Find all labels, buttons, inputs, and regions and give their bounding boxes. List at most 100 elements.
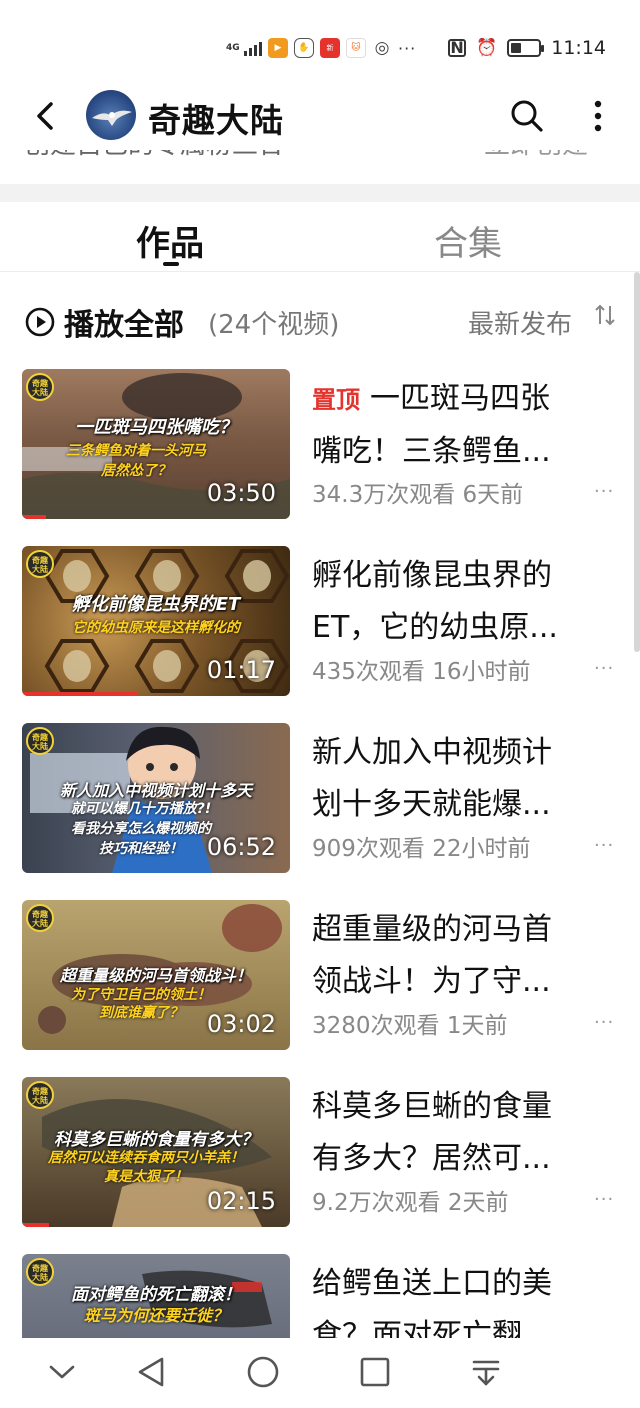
video-thumbnail[interactable]: 奇趣 大陆 科莫多巨蜥的食量有多大？ 居然可以连续吞食两只小羊羔！ 真是太狠了！ … — [22, 1077, 290, 1227]
video-title-line1: 孵化前像昆虫界的 — [312, 558, 552, 593]
play-app-icon: ▶ — [268, 38, 288, 58]
video-item[interactable]: 奇趣 大陆 科莫多巨蜥的食量有多大？ 居然可以连续吞食两只小羊羔！ 真是太狠了！ … — [0, 1077, 640, 1227]
nav-recents-button[interactable] — [357, 1354, 393, 1390]
video-duration: 03:50 — [206, 479, 276, 507]
channel-logo-icon: 奇趣 大陆 — [26, 373, 54, 401]
cat-app-icon: 🐱 — [346, 38, 366, 58]
network-type: 4G — [226, 42, 240, 53]
video-title[interactable]: 新人加入中视频计 划十多天就能爆... — [312, 727, 602, 831]
video-thumbnail[interactable]: 奇趣 大陆 面对鳄鱼的死亡翻滚！ 斑马为何还要迁徙？ — [22, 1254, 290, 1338]
video-meta: 34.3万次观看 6天前 — [312, 482, 524, 508]
menu-down-icon — [472, 1360, 500, 1386]
video-title-line2: ET，它的幼虫原... — [312, 610, 558, 645]
hand-icon: ✋ — [294, 38, 314, 58]
play-circle-icon — [25, 307, 55, 337]
battery-icon — [507, 39, 545, 57]
sort-arrows-icon — [595, 304, 615, 326]
video-title-line1: 科莫多巨蜥的食量 — [312, 1089, 552, 1124]
video-more-button[interactable]: ··· — [594, 1189, 614, 1210]
thumbnail-caption: 孵化前像昆虫界的ET — [71, 594, 241, 615]
tab-works[interactable]: 作品 — [136, 216, 204, 265]
play-all-label[interactable]: 播放全部 — [64, 300, 184, 344]
status-right: N ⏰ 11:14 — [448, 36, 606, 60]
video-more-button[interactable]: ··· — [594, 1012, 614, 1033]
clock: 11:14 — [551, 37, 606, 59]
watch-progress — [22, 515, 47, 519]
avatar[interactable] — [86, 90, 136, 140]
channel-name[interactable]: 奇趣大陆 — [148, 94, 284, 142]
nav-menu-button[interactable] — [468, 1354, 504, 1390]
sort-button[interactable]: 最新发布 — [468, 304, 572, 341]
thumbnail-caption: 科莫多巨蜥的食量有多大？ — [54, 1130, 258, 1150]
thumbnail-subcaption: 居然可以连续吞食两只小羊羔！ 真是太狠了！ — [48, 1150, 244, 1185]
video-meta: 9.2万次观看 2天前 — [312, 1190, 509, 1216]
video-item[interactable]: 奇趣 大陆 新人加入中视频计划十多天 就可以爆几十万播放?! 看我分享怎么爆视频的… — [0, 723, 640, 873]
back-button[interactable] — [26, 96, 66, 136]
news-app-icon: 新 — [320, 38, 340, 58]
more-notifications-icon: ··· — [398, 38, 417, 58]
thumbnail-subcaption: 三条鳄鱼对着一头河马 居然怂了？ — [66, 443, 206, 479]
video-title-line2: 嘴吃！三条鳄鱼... — [312, 434, 551, 469]
nav-back-button[interactable] — [134, 1354, 170, 1390]
search-button[interactable] — [508, 97, 546, 135]
active-tab-indicator — [163, 262, 179, 266]
status-left: 4G ▶ ✋ 新 🐱 ◎ ··· — [226, 36, 416, 60]
video-title[interactable]: 超重量级的河马首 领战斗！为了守... — [312, 904, 602, 1008]
video-duration: 02:15 — [206, 1187, 276, 1215]
thumbnail-caption: 超重量级的河马首领战斗！ — [59, 966, 252, 985]
video-title[interactable]: 科莫多巨蜥的食量 有多大？居然可... — [312, 1081, 602, 1185]
watch-progress — [22, 1223, 49, 1227]
more-options-button[interactable] — [584, 96, 612, 136]
video-title[interactable]: 置顶 一匹斑马四张 嘴吃！三条鳄鱼... — [312, 373, 602, 478]
video-more-button[interactable]: ··· — [594, 481, 614, 502]
video-title-line2: 食？面对死亡翻 — [312, 1318, 522, 1338]
play-all-row: 播放全部 (24个视频) 最新发布 — [0, 300, 640, 344]
nfc-icon: N — [448, 39, 467, 57]
nav-home-button[interactable] — [245, 1354, 281, 1390]
recents-square-icon — [360, 1357, 390, 1387]
video-item[interactable]: 奇趣 大陆 面对鳄鱼的死亡翻滚！ 斑马为何还要迁徙？ 给鳄鱼送上口的美 食？面对死… — [0, 1254, 640, 1338]
chevron-down-icon — [49, 1365, 75, 1379]
pinned-badge: 置顶 — [312, 386, 360, 414]
channel-logo-icon: 奇趣 大陆 — [26, 727, 54, 755]
channel-logo-icon: 奇趣 大陆 — [26, 1081, 54, 1109]
video-thumbnail[interactable]: 奇趣 大陆 新人加入中视频计划十多天 就可以爆几十万播放?! 看我分享怎么爆视频的… — [22, 723, 290, 873]
video-meta: 909次观看 22小时前 — [312, 836, 531, 862]
channel-logo-icon: 奇趣 大陆 — [26, 550, 54, 578]
video-thumbnail[interactable]: 奇趣 大陆 超重量级的河马首领战斗！ 为了守卫自己的领土！ 到底谁赢了？ 03:0… — [22, 900, 290, 1050]
video-title-line1: 新人加入中视频计 — [312, 735, 552, 770]
more-vertical-icon — [594, 100, 602, 132]
video-item[interactable]: 奇趣 大陆 孵化前像昆虫界的ET 它的幼虫原来是这样孵化的 01:17 孵化前像昆… — [0, 546, 640, 696]
nav-hide-button[interactable] — [44, 1354, 80, 1390]
app-screen: 4G ▶ ✋ 新 🐱 ◎ ··· N ⏰ 11:14 创建自己的专属粉丝合 立即… — [0, 0, 640, 1408]
globe-icon: ◎ — [372, 38, 392, 58]
scrollbar[interactable] — [634, 272, 640, 652]
video-title[interactable]: 给鳄鱼送上口的美 食？面对死亡翻 — [312, 1258, 602, 1338]
video-item[interactable]: 奇趣 大陆 超重量级的河马首领战斗！ 为了守卫自己的领土！ 到底谁赢了？ 03:0… — [0, 900, 640, 1050]
video-title-line2: 领战斗！为了守... — [312, 964, 551, 999]
video-duration: 01:17 — [206, 656, 276, 684]
play-all-button[interactable] — [24, 306, 56, 338]
thumbnail-subcaption: 斑马为何还要迁徙？ — [83, 1306, 228, 1325]
thumbnail-subcaption: 它的幼虫原来是这样孵化的 — [72, 620, 240, 636]
back-triangle-icon — [138, 1357, 164, 1387]
thumbnail-caption: 一匹斑马四张嘴吃？ — [75, 417, 237, 438]
channel-logo-icon: 奇趣 大陆 — [26, 904, 54, 932]
video-thumbnail[interactable]: 奇趣 大陆 一匹斑马四张嘴吃？ 三条鳄鱼对着一头河马 居然怂了？ 03:50 — [22, 369, 290, 519]
system-nav-bar — [0, 1338, 640, 1408]
video-more-button[interactable]: ··· — [594, 658, 614, 679]
tab-collections[interactable]: 合集 — [434, 216, 502, 265]
section-divider — [0, 184, 640, 202]
video-title[interactable]: 孵化前像昆虫界的 ET，它的幼虫原... — [312, 550, 602, 654]
home-circle-icon — [247, 1356, 279, 1388]
content-tabs: 作品 合集 — [0, 202, 640, 272]
video-duration: 06:52 — [206, 833, 276, 861]
video-more-button[interactable]: ··· — [594, 835, 614, 856]
video-item[interactable]: 奇趣 大陆 一匹斑马四张嘴吃？ 三条鳄鱼对着一头河马 居然怂了？ 03:50 置顶… — [0, 369, 640, 519]
video-meta: 3280次观看 1天前 — [312, 1013, 508, 1039]
sort-button-icon[interactable] — [594, 302, 616, 330]
alarm-icon: ⏰ — [476, 38, 498, 58]
status-bar: 4G ▶ ✋ 新 🐱 ◎ ··· N ⏰ 11:14 — [0, 0, 640, 92]
video-title-line1: 给鳄鱼送上口的美 — [312, 1266, 552, 1301]
video-thumbnail[interactable]: 奇趣 大陆 孵化前像昆虫界的ET 它的幼虫原来是这样孵化的 01:17 — [22, 546, 290, 696]
